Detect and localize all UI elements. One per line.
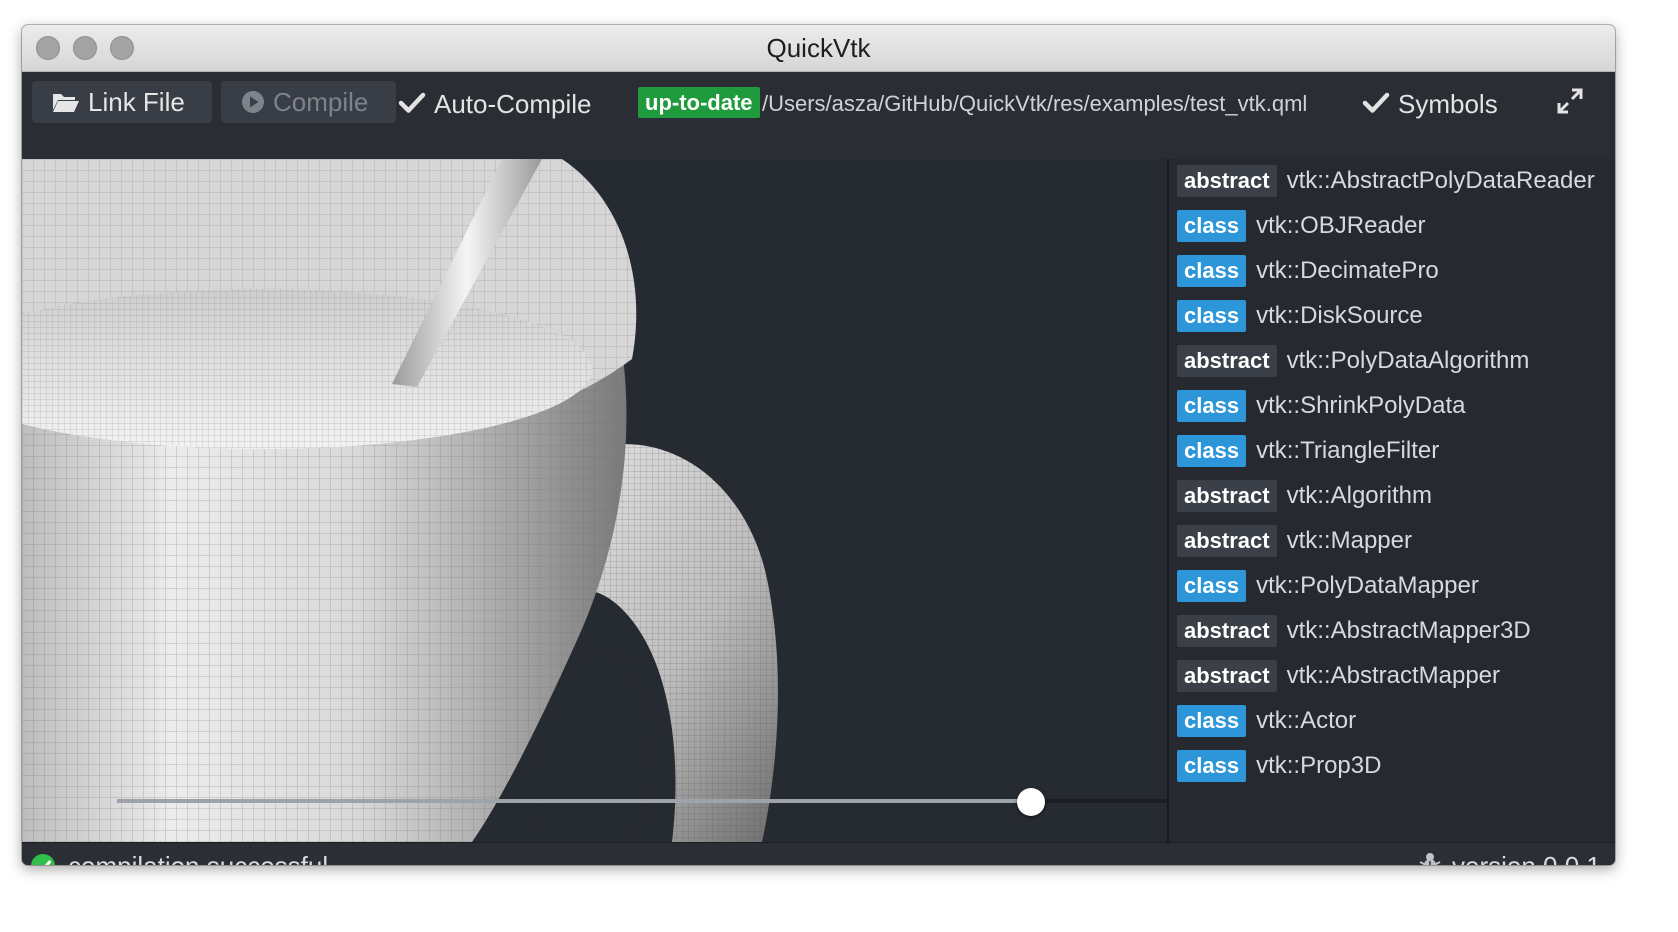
app-window: QuickVtk Link File Compile Auto-Compile … xyxy=(22,25,1615,865)
version-label: version 0.0.1 xyxy=(1452,850,1601,865)
symbols-checkbox[interactable] xyxy=(1362,90,1390,116)
bug-icon[interactable] xyxy=(1417,851,1443,865)
symbol-item[interactable]: class vtk::OBJReader xyxy=(1177,210,1425,242)
symbol-name: vtk::OBJReader xyxy=(1256,212,1426,239)
link-file-button[interactable]: Link File xyxy=(32,81,212,123)
symbol-kind-badge: class xyxy=(1177,705,1247,737)
compile-button[interactable]: Compile xyxy=(221,81,396,123)
symbol-kind-badge: class xyxy=(1177,435,1247,467)
link-file-label: Link File xyxy=(88,86,185,117)
symbol-item[interactable]: class vtk::TriangleFilter xyxy=(1177,435,1439,467)
folder-open-icon xyxy=(53,94,79,112)
symbol-kind-badge: class xyxy=(1177,570,1247,602)
symbol-name: vtk::DecimatePro xyxy=(1256,257,1439,284)
symbol-name: vtk::DiskSource xyxy=(1256,302,1423,329)
symbol-item[interactable]: abstract vtk::PolyDataAlgorithm xyxy=(1177,345,1529,377)
symbol-kind-badge: class xyxy=(1177,300,1247,332)
status-badge: up-to-date xyxy=(638,87,760,118)
file-path: /Users/asza/GitHub/QuickVtk/res/examples… xyxy=(762,91,1308,116)
expand-icon[interactable] xyxy=(1557,88,1583,114)
symbol-item[interactable]: class vtk::DiskSource xyxy=(1177,300,1423,332)
symbol-name: vtk::Prop3D xyxy=(1256,752,1382,779)
symbol-name: vtk::ShrinkPolyData xyxy=(1256,392,1466,419)
symbol-name: vtk::Actor xyxy=(1256,707,1357,734)
symbol-name: vtk::Mapper xyxy=(1286,527,1412,554)
symbol-kind-badge: class xyxy=(1177,390,1247,422)
symbol-name: vtk::AbstractPolyDataReader xyxy=(1286,167,1595,194)
status-message: compilation successful xyxy=(68,850,328,865)
symbol-kind-badge: abstract xyxy=(1177,165,1277,197)
status-bar: compilation successful version 0.0.1 xyxy=(22,842,1615,865)
symbol-kind-badge: abstract xyxy=(1177,480,1277,512)
symbol-kind-badge: abstract xyxy=(1177,660,1277,692)
title-bar: QuickVtk xyxy=(22,25,1615,72)
mug-mesh-render xyxy=(22,159,778,842)
symbol-item[interactable]: abstract vtk::Algorithm xyxy=(1177,480,1432,512)
slider-fill xyxy=(117,799,1031,803)
symbol-kind-badge: abstract xyxy=(1177,615,1277,647)
symbol-name: vtk::Algorithm xyxy=(1286,482,1432,509)
symbol-name: vtk::AbstractMapper xyxy=(1286,662,1501,689)
symbol-name: vtk::AbstractMapper3D xyxy=(1286,617,1531,644)
symbol-item[interactable]: abstract vtk::AbstractMapper3D xyxy=(1177,615,1531,647)
symbols-label: Symbols xyxy=(1398,89,1498,119)
symbol-kind-badge: class xyxy=(1177,210,1247,242)
symbol-item[interactable]: class vtk::Actor xyxy=(1177,705,1356,737)
symbol-item[interactable]: class vtk::DecimatePro xyxy=(1177,255,1439,287)
render-viewport[interactable] xyxy=(22,159,1167,842)
symbols-panel: abstract vtk::AbstractPolyDataReaderclass… xyxy=(1169,159,1615,842)
symbol-name: vtk::TriangleFilter xyxy=(1256,437,1440,464)
symbol-item[interactable]: abstract vtk::AbstractPolyDataReader xyxy=(1177,165,1595,197)
play-circle-icon xyxy=(242,91,264,113)
compile-label: Compile xyxy=(273,86,369,117)
symbol-item[interactable]: class vtk::ShrinkPolyData xyxy=(1177,390,1465,422)
symbol-kind-badge: abstract xyxy=(1177,525,1277,557)
symbol-kind-badge: class xyxy=(1177,750,1247,782)
success-check-icon xyxy=(31,854,55,865)
auto-compile-checkbox[interactable] xyxy=(398,90,426,116)
symbol-name: vtk::PolyDataMapper xyxy=(1256,572,1479,599)
auto-compile-label: Auto-Compile xyxy=(434,89,592,119)
symbol-kind-badge: abstract xyxy=(1177,345,1277,377)
symbol-item[interactable]: abstract vtk::AbstractMapper xyxy=(1177,660,1500,692)
symbol-kind-badge: class xyxy=(1177,255,1247,287)
symbol-name: vtk::PolyDataAlgorithm xyxy=(1286,347,1530,374)
symbol-item[interactable]: class vtk::Prop3D xyxy=(1177,750,1381,782)
window-title: QuickVtk xyxy=(766,33,871,63)
slider-track[interactable] xyxy=(117,799,1167,803)
symbol-item[interactable]: class vtk::PolyDataMapper xyxy=(1177,570,1479,602)
slider-thumb[interactable] xyxy=(1016,788,1045,816)
symbol-item[interactable]: abstract vtk::Mapper xyxy=(1177,525,1412,557)
toolbar: Link File Compile Auto-Compile up-to-dat… xyxy=(22,72,1615,159)
